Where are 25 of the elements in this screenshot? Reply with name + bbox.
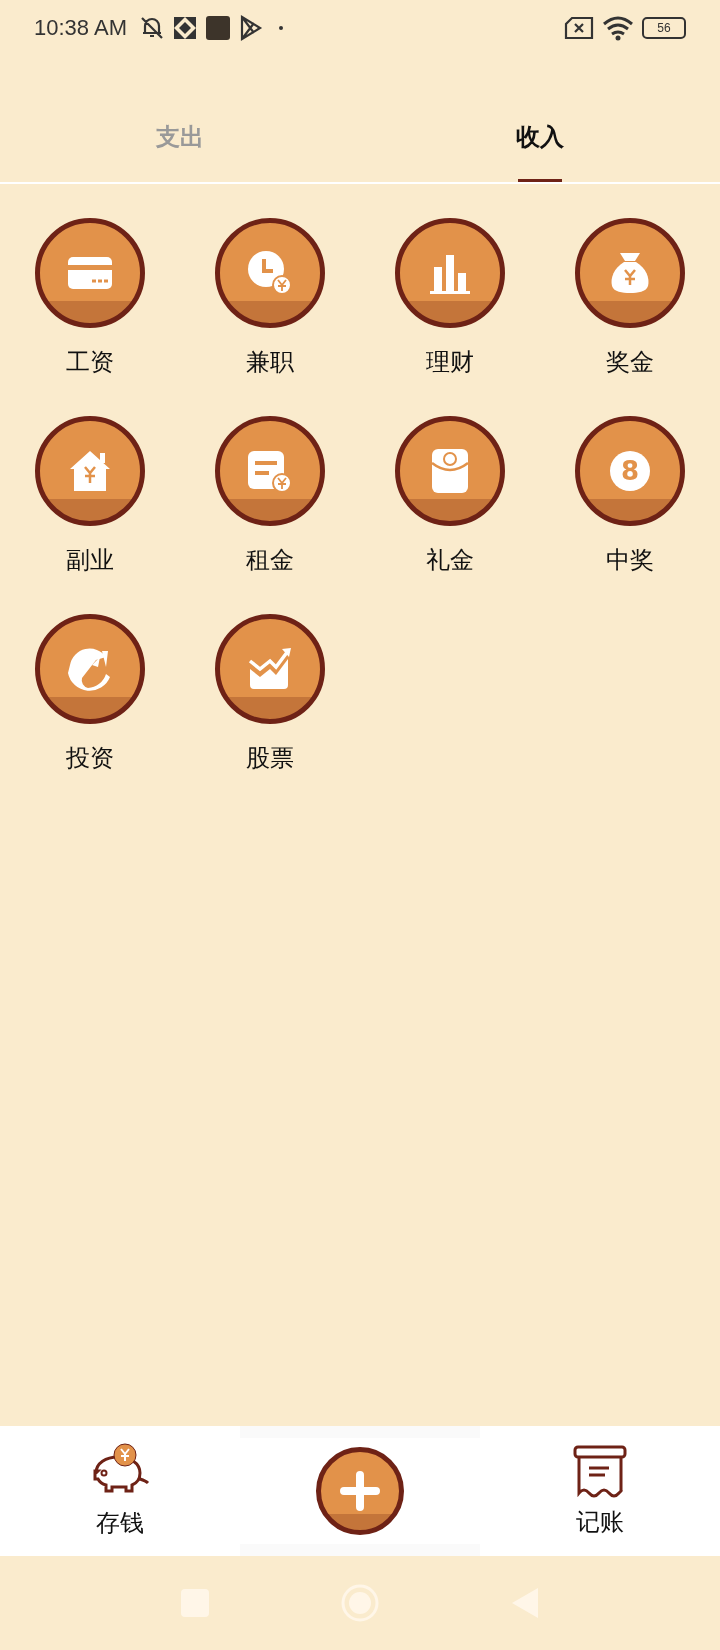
category-label: 理财 — [426, 347, 474, 378]
category-label: 奖金 — [606, 347, 654, 378]
nav-item[interactable]: 存钱 — [0, 1426, 240, 1556]
more-dot-icon — [278, 26, 283, 30]
muted-bell-icon — [138, 15, 165, 41]
photo-app-icon — [172, 16, 197, 40]
category-label: 兼职 — [246, 347, 294, 378]
category-tab[interactable]: 收入 — [360, 58, 720, 182]
no-sim-icon — [564, 16, 594, 40]
plus-icon — [340, 1471, 380, 1511]
category-label: 股票 — [246, 743, 294, 774]
battery-level: 56 — [642, 17, 686, 39]
category-label: 投资 — [66, 743, 114, 774]
play-store-icon — [238, 15, 263, 41]
category-label: 租金 — [246, 545, 294, 576]
ball-number: 8 — [620, 456, 640, 486]
category-label: 礼金 — [426, 545, 474, 576]
category-label: 工资 — [66, 347, 114, 378]
category-label: 副业 — [66, 545, 114, 576]
square-app-icon — [204, 15, 231, 41]
category-label: 中奖 — [606, 545, 654, 576]
receipt-icon — [572, 1444, 628, 1500]
wifi-icon — [602, 15, 634, 41]
nav-item[interactable]: 记账 — [480, 1426, 720, 1556]
status-time: 10:38 AM — [34, 15, 127, 41]
